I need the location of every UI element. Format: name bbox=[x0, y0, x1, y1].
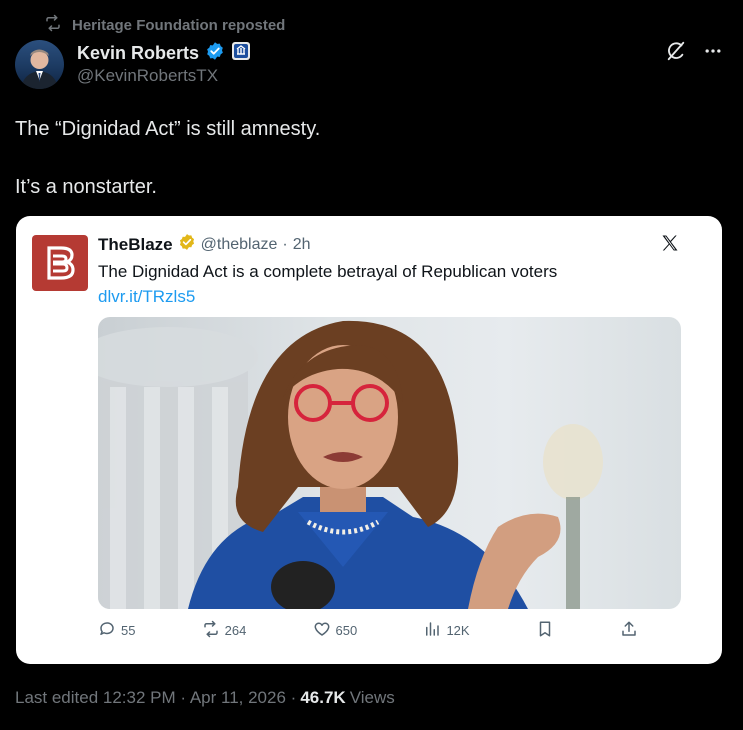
embed-link[interactable]: dlvr.it/TRzls5 bbox=[98, 287, 195, 306]
embedded-post-card[interactable]: TheBlaze @theblaze · 2h The Dignidad Act… bbox=[16, 216, 722, 664]
embed-metrics-bar: 55 264 650 12K bbox=[98, 620, 638, 641]
x-logo-icon[interactable] bbox=[660, 233, 680, 258]
share-icon bbox=[620, 620, 638, 641]
views-total: 46.7K bbox=[300, 688, 346, 707]
like-button[interactable]: 650 bbox=[313, 620, 358, 641]
post-body: The “Dignidad Act” is still amnesty. It’… bbox=[15, 115, 715, 231]
repost-text: Heritage Foundation reposted bbox=[72, 16, 286, 34]
post-line: The “Dignidad Act” is still amnesty. bbox=[15, 118, 321, 140]
repost-count: 264 bbox=[224, 623, 247, 638]
embed-text: The Dignidad Act is a complete betrayal … bbox=[98, 259, 658, 309]
repost-indicator[interactable]: Heritage Foundation reposted bbox=[44, 14, 285, 36]
gold-verified-icon bbox=[178, 233, 196, 256]
embed-text-body: The Dignidad Act is a complete betrayal … bbox=[98, 262, 558, 281]
author-handle[interactable]: @KevinRobertsTX bbox=[77, 66, 218, 86]
views-icon bbox=[423, 620, 441, 641]
reply-button[interactable]: 55 bbox=[98, 620, 135, 641]
edited-timestamp[interactable]: Last edited 12:32 PM · Apr 11, 2026 · bbox=[15, 688, 296, 708]
like-count: 650 bbox=[335, 623, 358, 638]
reply-count: 55 bbox=[121, 623, 136, 638]
views-button[interactable]: 12K bbox=[423, 620, 470, 641]
embed-timestamp[interactable]: 2h bbox=[293, 236, 311, 254]
post-footer: Last edited 12:32 PM · Apr 11, 2026 · 46… bbox=[15, 688, 395, 708]
more-icon[interactable] bbox=[703, 41, 723, 61]
avatar[interactable] bbox=[15, 40, 64, 89]
theblaze-logo[interactable] bbox=[32, 235, 88, 291]
author-name[interactable]: Kevin Roberts bbox=[77, 43, 199, 64]
reply-icon bbox=[98, 620, 116, 641]
gov-badge-icon bbox=[231, 41, 251, 66]
views-count: 12K bbox=[446, 623, 470, 638]
repost-icon bbox=[44, 14, 62, 36]
repost-icon bbox=[202, 620, 220, 641]
embed-author-name[interactable]: TheBlaze bbox=[98, 235, 173, 255]
post-line: It’s a nonstarter. bbox=[15, 176, 157, 198]
like-icon bbox=[313, 620, 331, 641]
verified-badge-icon bbox=[205, 41, 225, 66]
embed-media-image[interactable] bbox=[98, 317, 681, 609]
embed-author-handle[interactable]: @theblaze bbox=[201, 236, 278, 254]
share-button[interactable] bbox=[620, 620, 638, 641]
repost-button[interactable]: 264 bbox=[202, 620, 247, 641]
separator: · bbox=[282, 235, 288, 253]
bookmark-button[interactable] bbox=[536, 620, 554, 641]
grok-icon[interactable] bbox=[665, 40, 687, 62]
views-label: Views bbox=[349, 688, 395, 707]
bookmark-icon bbox=[536, 620, 554, 641]
